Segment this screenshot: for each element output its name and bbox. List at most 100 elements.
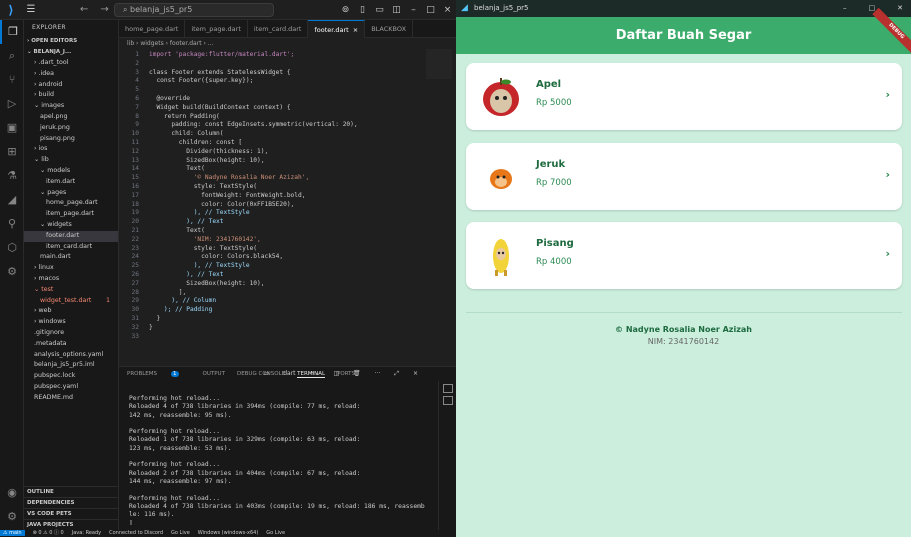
dependencies-section[interactable]: DEPENDENCIES	[24, 497, 118, 508]
code-line[interactable]: style: TextStyle(	[149, 183, 257, 192]
file-tree-item[interactable]: widget_test.dart 1	[24, 296, 118, 307]
code-line[interactable]: }	[149, 315, 160, 324]
back-arrow-icon[interactable]: ←	[80, 4, 88, 15]
panel-icon[interactable]: ▭	[371, 5, 388, 15]
code-line[interactable]: Widget build(BuildContext context) {	[149, 104, 290, 113]
file-tree-item[interactable]: ⌄ widgets	[24, 220, 118, 231]
file-tree-item[interactable]: item_page.dart	[24, 209, 118, 220]
code-line[interactable]: children: const [	[149, 139, 242, 148]
explorer-icon[interactable]: ❐	[0, 20, 24, 44]
forward-arrow-icon[interactable]: →	[100, 4, 108, 15]
file-tree-item[interactable]: belanja_js5_pr5.iml	[24, 360, 118, 371]
search-icon[interactable]: ⌕	[0, 44, 24, 68]
project-section[interactable]: ⌄ BELANJA_J...	[24, 47, 118, 58]
code-line[interactable]: ],	[149, 289, 186, 298]
command-center-search[interactable]: ⌕ belanja_js5_pr5	[114, 3, 274, 17]
file-tree-item[interactable]: ⌄ lib	[24, 155, 118, 166]
trash-icon[interactable]: 🗑	[353, 370, 361, 377]
code-line[interactable]: fontWeight: FontWeight.bold,	[149, 192, 305, 201]
code-line[interactable]: ), // Column	[149, 297, 216, 306]
status-item[interactable]: Go Live	[266, 530, 285, 536]
remote-icon[interactable]: ▣	[0, 116, 24, 140]
split-icon[interactable]: ◫	[388, 5, 405, 15]
code-line[interactable]: ); // Padding	[149, 306, 212, 315]
code-line[interactable]: Text(	[149, 165, 205, 174]
testing-icon[interactable]: ⚗	[0, 164, 24, 188]
file-tree-item[interactable]: › web	[24, 306, 118, 317]
status-item[interactable]: Java: Ready	[72, 530, 101, 536]
more-icon[interactable]: ···	[375, 370, 381, 377]
file-tree-item[interactable]: ⌄ images	[24, 101, 118, 112]
code-line[interactable]: child: Column(	[149, 130, 223, 139]
close-panel-icon[interactable]: ×	[413, 370, 418, 377]
source-control-icon[interactable]: ⑂	[0, 68, 24, 92]
close-tab-icon[interactable]: ×	[353, 26, 358, 34]
file-tree-item[interactable]: ⌄ models	[24, 166, 118, 177]
file-tree-item[interactable]: › macos	[24, 274, 118, 285]
file-tree-item[interactable]: › build	[24, 90, 118, 101]
pets-icon[interactable]: ⚙	[0, 260, 24, 284]
close-icon[interactable]: ×	[439, 5, 456, 15]
file-tree-item[interactable]: › .idea	[24, 69, 118, 80]
settings-icon[interactable]: ⚙	[0, 505, 24, 529]
breadcrumb[interactable]: lib › widgets › footer.dart › ...	[119, 38, 456, 49]
code-line[interactable]: '© Nadyne Rosalia Noer Azizah',	[149, 174, 310, 183]
java-projects-section[interactable]: JAVA PROJECTS	[24, 519, 118, 530]
status-item[interactable]: Connected to Discord	[109, 530, 163, 536]
code-line[interactable]: padding: const EdgeInsets.symmetric(vert…	[149, 121, 357, 130]
code-line[interactable]: Divider(thickness: 1),	[149, 148, 268, 157]
minimize-icon[interactable]: –	[405, 5, 422, 15]
editor-tab[interactable]: BLACKBOX	[365, 20, 414, 38]
new-terminal-icon[interactable]: +⌄	[309, 370, 319, 377]
minimap[interactable]	[426, 49, 452, 79]
file-tree-item[interactable]: jeruk.png	[24, 123, 118, 134]
file-tree-item[interactable]: › linux	[24, 263, 118, 274]
minimize-icon[interactable]: –	[843, 4, 847, 12]
layout-icon[interactable]: ▯	[354, 5, 371, 15]
file-tree-item[interactable]: apel.png	[24, 112, 118, 123]
file-tree-item[interactable]: item_card.dart	[24, 242, 118, 253]
code-line[interactable]: SizedBox(height: 10),	[149, 157, 264, 166]
shell-name[interactable]: dart	[283, 370, 295, 377]
test-icon[interactable]: ⚲	[0, 212, 24, 236]
code-line[interactable]: color: Color(0xFF1B5E20),	[149, 201, 294, 210]
open-editors-section[interactable]: › OPEN EDITORS	[24, 36, 118, 47]
item-card-pisang[interactable]: Pisang Rp 4000 ›	[466, 222, 902, 289]
code-line[interactable]: color: Colors.black54,	[149, 253, 283, 262]
status-item[interactable]: Windows (windows-x64)	[198, 530, 259, 536]
item-card-jeruk[interactable]: Jeruk Rp 7000 ›	[466, 143, 902, 210]
deploy-icon[interactable]: ⬡	[0, 236, 24, 260]
maximize-panel-icon[interactable]: ⤢	[394, 370, 399, 377]
file-tree-item[interactable]: analysis_options.yaml	[24, 350, 118, 361]
file-tree-item[interactable]: home_page.dart	[24, 198, 118, 209]
close-icon[interactable]: ✕	[897, 4, 903, 12]
code-line[interactable]: const Footer({super.key});	[149, 77, 253, 86]
code-line[interactable]: SizedBox(height: 10),	[149, 280, 264, 289]
code-editor[interactable]: 1 import 'package:flutter/material.dart';…	[119, 49, 456, 366]
tab-output[interactable]: OUTPUT	[203, 371, 225, 377]
editor-tab[interactable]: footer.dart ×	[308, 20, 366, 38]
file-tree-item[interactable]: pubspec.yaml	[24, 382, 118, 393]
editor-tab[interactable]: item_page.dart	[185, 20, 248, 38]
editor-tab[interactable]: home_page.dart	[119, 20, 186, 38]
file-tree-item[interactable]: README.md	[24, 393, 118, 404]
editor-tab[interactable]: item_card.dart	[248, 20, 309, 38]
file-tree-item[interactable]: .metadata	[24, 339, 118, 350]
vscode-pets-section[interactable]: VS CODE PETS	[24, 508, 118, 519]
terminal-instance-icon[interactable]	[442, 384, 453, 393]
file-tree-item[interactable]: › android	[24, 80, 118, 91]
code-line[interactable]: Text(	[149, 227, 205, 236]
file-tree-item[interactable]: main.dart	[24, 252, 118, 263]
account-icon[interactable]: ◉	[0, 481, 24, 505]
maximize-icon[interactable]: □	[422, 5, 439, 15]
code-line[interactable]: return Padding(	[149, 113, 220, 122]
tab-problems[interactable]: PROBLEMS 1	[127, 371, 191, 377]
code-line[interactable]: @override	[149, 95, 190, 104]
file-tree-item[interactable]: pubspec.lock	[24, 371, 118, 382]
file-tree-item[interactable]: pisang.png	[24, 134, 118, 145]
extensions-icon[interactable]: ⊞	[0, 140, 24, 164]
item-card-apel[interactable]: Apel Rp 5000 ›	[466, 63, 902, 130]
status-item[interactable]: ⚠ main	[0, 530, 25, 536]
code-line[interactable]: ), // TextStyle	[149, 209, 250, 218]
file-tree-item[interactable]: .gitignore	[24, 328, 118, 339]
